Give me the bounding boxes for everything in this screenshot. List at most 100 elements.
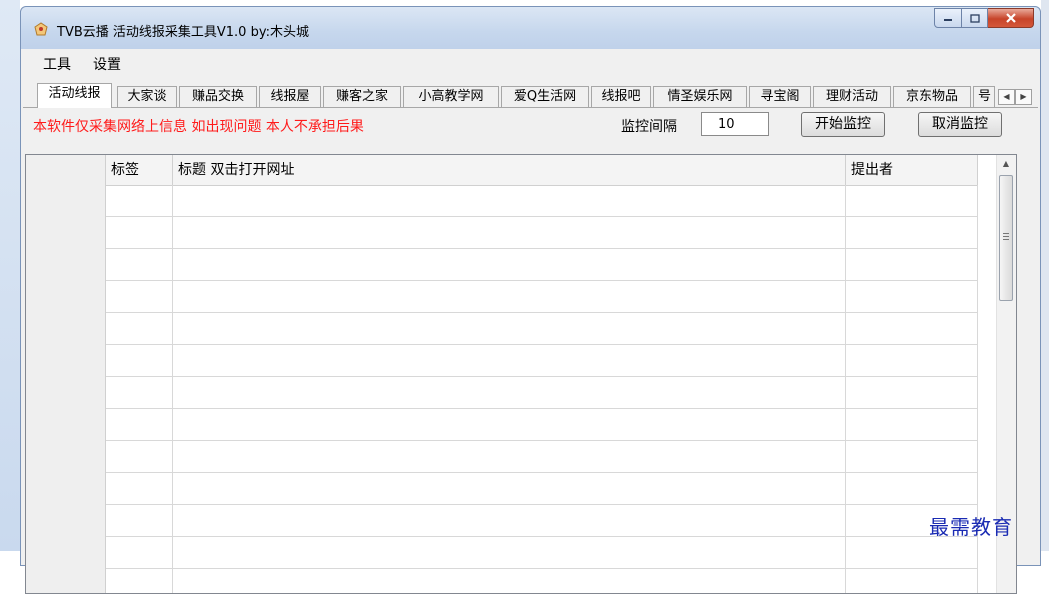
tab-item[interactable]: 号 bbox=[973, 86, 995, 107]
grid-cell[interactable] bbox=[106, 249, 173, 281]
table-row[interactable] bbox=[26, 281, 978, 313]
grid-cell[interactable] bbox=[173, 441, 846, 473]
grid-cell[interactable] bbox=[846, 377, 978, 409]
tab-item[interactable]: 京东物品 bbox=[893, 86, 971, 107]
table-row[interactable] bbox=[26, 409, 978, 441]
tab-item[interactable]: 活动线报 bbox=[37, 83, 112, 108]
grid-cell[interactable] bbox=[846, 441, 978, 473]
grid-cell[interactable] bbox=[106, 377, 173, 409]
interval-input[interactable] bbox=[701, 112, 769, 136]
grid-cell[interactable] bbox=[173, 313, 846, 345]
grid-cell[interactable] bbox=[106, 441, 173, 473]
close-icon bbox=[1005, 13, 1016, 23]
table-row[interactable] bbox=[26, 473, 978, 505]
grid-cell[interactable] bbox=[846, 313, 978, 345]
menu-tools[interactable]: 工具 bbox=[43, 54, 71, 74]
tab-scroll-left-icon[interactable]: ◀ bbox=[998, 89, 1015, 105]
table-row[interactable] bbox=[26, 377, 978, 409]
grid-cell[interactable] bbox=[173, 377, 846, 409]
tab-item[interactable]: 情圣娱乐网 bbox=[653, 86, 747, 107]
row-header[interactable] bbox=[26, 473, 106, 505]
table-row[interactable] bbox=[26, 441, 978, 473]
maximize-button[interactable] bbox=[962, 8, 988, 28]
tab-item[interactable]: 小高教学网 bbox=[403, 86, 499, 107]
table-row[interactable] bbox=[26, 185, 978, 217]
tab-item[interactable]: 理财活动 bbox=[813, 86, 891, 107]
row-header[interactable] bbox=[26, 409, 106, 441]
grid-cell[interactable] bbox=[106, 537, 173, 569]
grid-cell[interactable] bbox=[106, 281, 173, 313]
table-row[interactable] bbox=[26, 569, 978, 593]
row-header[interactable] bbox=[26, 249, 106, 281]
row-header[interactable] bbox=[26, 505, 106, 537]
grid-cell[interactable] bbox=[106, 313, 173, 345]
row-header[interactable] bbox=[26, 345, 106, 377]
scroll-thumb[interactable] bbox=[999, 175, 1013, 301]
grid-cell[interactable] bbox=[173, 345, 846, 377]
grid-cell[interactable] bbox=[173, 185, 846, 217]
table-row[interactable] bbox=[26, 345, 978, 377]
row-header[interactable] bbox=[26, 217, 106, 249]
scroll-up-icon[interactable]: ▲ bbox=[999, 159, 1013, 171]
close-button[interactable] bbox=[988, 8, 1034, 28]
grid-cell[interactable] bbox=[846, 569, 978, 593]
grid-cell[interactable] bbox=[173, 217, 846, 249]
grid-cell[interactable] bbox=[846, 409, 978, 441]
table-row[interactable] bbox=[26, 537, 978, 569]
row-header[interactable] bbox=[26, 537, 106, 569]
row-header[interactable] bbox=[26, 441, 106, 473]
table-row[interactable] bbox=[26, 249, 978, 281]
table-row[interactable] bbox=[26, 505, 978, 537]
data-grid[interactable]: 标签 标题 双击打开网址 提出者 ▲ bbox=[25, 154, 1017, 594]
row-header[interactable] bbox=[26, 569, 106, 593]
row-header[interactable] bbox=[26, 185, 106, 217]
row-header[interactable] bbox=[26, 313, 106, 345]
tab-page: 本软件仅采集网络上信息 如出现问题 本人不承担后果 监控间隔 开始监控 取消监控… bbox=[23, 107, 1038, 594]
grid-cell[interactable] bbox=[846, 217, 978, 249]
grid-cell[interactable] bbox=[106, 569, 173, 593]
tab-scroll-right-icon[interactable]: ▶ bbox=[1015, 89, 1032, 105]
grid-cell[interactable] bbox=[846, 537, 978, 569]
grid-cell[interactable] bbox=[106, 185, 173, 217]
grid-cell[interactable] bbox=[106, 409, 173, 441]
row-header[interactable] bbox=[26, 281, 106, 313]
client-area: 活动线报 大家谈 赚品交换 线报屋 赚客之家 小高教学网 爱Q生活网 线报吧 情… bbox=[21, 75, 1040, 594]
grid-cell[interactable] bbox=[173, 569, 846, 593]
table-row[interactable] bbox=[26, 313, 978, 345]
tab-item[interactable]: 大家谈 bbox=[117, 86, 177, 107]
menu-settings[interactable]: 设置 bbox=[93, 54, 121, 74]
grid-cell[interactable] bbox=[846, 281, 978, 313]
grid-cell[interactable] bbox=[173, 537, 846, 569]
grid-cell[interactable] bbox=[173, 505, 846, 537]
grid-cell[interactable] bbox=[173, 249, 846, 281]
grid-cell[interactable] bbox=[846, 473, 978, 505]
tab-item[interactable]: 寻宝阁 bbox=[749, 86, 811, 107]
disclaimer-text: 本软件仅采集网络上信息 如出现问题 本人不承担后果 bbox=[33, 119, 364, 135]
table-row[interactable] bbox=[26, 217, 978, 249]
tab-item[interactable]: 线报屋 bbox=[259, 86, 321, 107]
grid-cell[interactable] bbox=[846, 345, 978, 377]
tab-item[interactable]: 赚客之家 bbox=[323, 86, 401, 107]
tab-item[interactable]: 赚品交换 bbox=[179, 86, 257, 107]
tab-item[interactable]: 线报吧 bbox=[591, 86, 651, 107]
app-icon bbox=[34, 22, 48, 36]
tab-item[interactable]: 爱Q生活网 bbox=[501, 86, 589, 107]
row-header[interactable] bbox=[26, 377, 106, 409]
grid-cell[interactable] bbox=[106, 473, 173, 505]
grid-cell[interactable] bbox=[173, 281, 846, 313]
column-header-title[interactable]: 标题 双击打开网址 bbox=[173, 155, 846, 185]
grid-cell[interactable] bbox=[106, 217, 173, 249]
start-monitor-button[interactable]: 开始监控 bbox=[801, 112, 885, 137]
menu-bar: 工具 设置 bbox=[21, 49, 1040, 76]
grid-cell[interactable] bbox=[106, 505, 173, 537]
column-header-tag[interactable]: 标签 bbox=[106, 155, 173, 185]
cancel-monitor-button[interactable]: 取消监控 bbox=[918, 112, 1002, 137]
minimize-button[interactable] bbox=[934, 8, 962, 28]
grid-cell[interactable] bbox=[106, 345, 173, 377]
grid-cell[interactable] bbox=[173, 409, 846, 441]
grid-cell[interactable] bbox=[846, 185, 978, 217]
grid-cell[interactable] bbox=[846, 249, 978, 281]
title-bar[interactable]: TVB云播 活动线报采集工具V1.0 by:木头城 bbox=[21, 7, 1040, 49]
grid-cell[interactable] bbox=[173, 473, 846, 505]
column-header-submitter[interactable]: 提出者 bbox=[846, 155, 978, 185]
